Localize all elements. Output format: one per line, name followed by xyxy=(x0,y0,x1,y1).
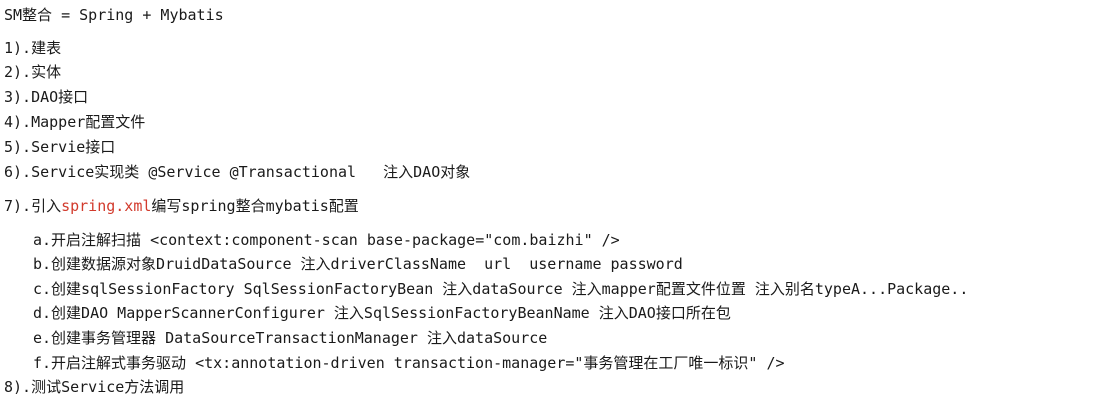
substep-d: d.创建DAO MapperScannerConfigurer 注入SqlSes… xyxy=(33,304,731,322)
step-7-highlight-file: spring.xml xyxy=(61,197,152,215)
substep-a: a.开启注解扫描 <context:component-scan base-pa… xyxy=(33,231,620,249)
step-8: 8).测试Service方法调用 xyxy=(4,378,185,396)
step-4: 4).Mapper配置文件 xyxy=(4,113,146,131)
step-1: 1).建表 xyxy=(4,39,62,57)
step-6: 6).Service实现类 @Service @Transactional 注入… xyxy=(4,163,471,181)
substep-f: f.开启注解式事务驱动 <tx:annotation-driven transa… xyxy=(33,354,785,372)
document-title: SM整合 = Spring + Mybatis xyxy=(4,6,224,24)
step-7-prefix: 7).引入 xyxy=(4,197,62,215)
substep-e: e.创建事务管理器 DataSourceTransactionManager 注… xyxy=(33,329,548,347)
step-2: 2).实体 xyxy=(4,63,62,81)
substep-c: c.创建sqlSessionFactory SqlSessionFactoryB… xyxy=(33,280,969,298)
substep-b: b.创建数据源对象DruidDataSource 注入driverClassNa… xyxy=(33,255,683,273)
step-5: 5).Servie接口 xyxy=(4,138,116,156)
step-7: 7).引入spring.xml编写spring整合mybatis配置 xyxy=(4,196,359,216)
step-3: 3).DAO接口 xyxy=(4,88,89,106)
step-7-suffix: 编写spring整合mybatis配置 xyxy=(151,197,359,215)
